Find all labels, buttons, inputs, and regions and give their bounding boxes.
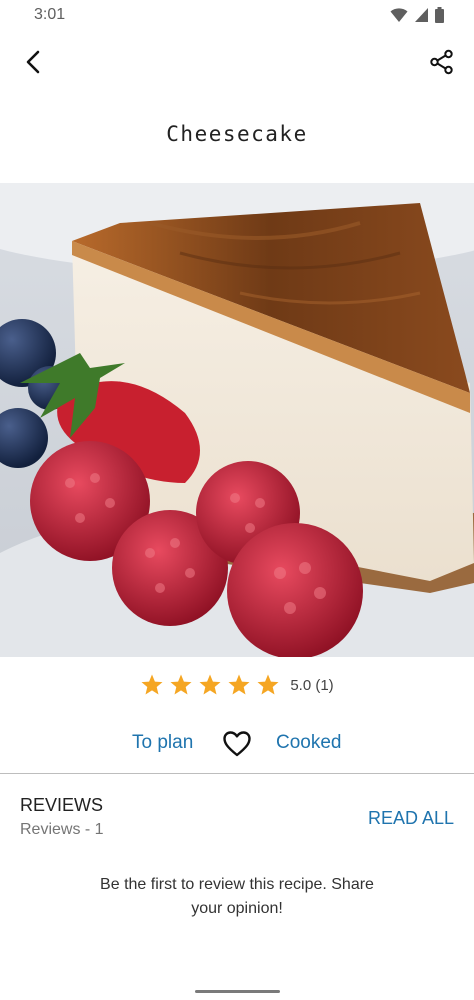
rating-row: 5.0 (1) bbox=[0, 673, 474, 697]
status-icons bbox=[390, 7, 444, 23]
share-icon bbox=[430, 49, 453, 75]
app-bar bbox=[0, 32, 474, 92]
reviews-empty-message: Be the first to review this recipe. Shar… bbox=[100, 876, 374, 917]
cellular-signal-icon bbox=[415, 8, 428, 22]
star-icon bbox=[257, 674, 279, 695]
star-rating bbox=[140, 673, 280, 697]
back-arrow-icon bbox=[26, 50, 40, 74]
recipe-title: Cheesecake bbox=[166, 122, 308, 146]
rating-text: 5.0 (1) bbox=[290, 676, 334, 694]
to-plan-button[interactable]: To plan bbox=[132, 732, 193, 754]
star-icon bbox=[228, 674, 250, 695]
favorite-button[interactable] bbox=[222, 730, 252, 758]
cooked-button[interactable]: Cooked bbox=[276, 732, 342, 754]
star-icon bbox=[170, 674, 192, 695]
section-divider bbox=[0, 773, 474, 774]
read-all-button[interactable]: READ ALL bbox=[368, 808, 454, 829]
battery-icon bbox=[435, 7, 444, 23]
reviews-count: Reviews - 1 bbox=[20, 821, 104, 838]
wifi-icon bbox=[390, 8, 408, 22]
star-icon bbox=[141, 674, 163, 695]
share-button[interactable] bbox=[422, 42, 462, 82]
star-icon bbox=[199, 674, 221, 695]
actions-row: To plan Cooked bbox=[0, 728, 474, 760]
status-time: 3:01 bbox=[34, 6, 66, 23]
recipe-image bbox=[0, 183, 474, 657]
status-bar: 3:01 bbox=[0, 0, 474, 32]
heart-outline-icon bbox=[223, 731, 251, 757]
gesture-nav-handle[interactable] bbox=[195, 990, 280, 993]
back-button[interactable] bbox=[14, 42, 54, 82]
reviews-heading: REVIEWS bbox=[20, 795, 104, 815]
